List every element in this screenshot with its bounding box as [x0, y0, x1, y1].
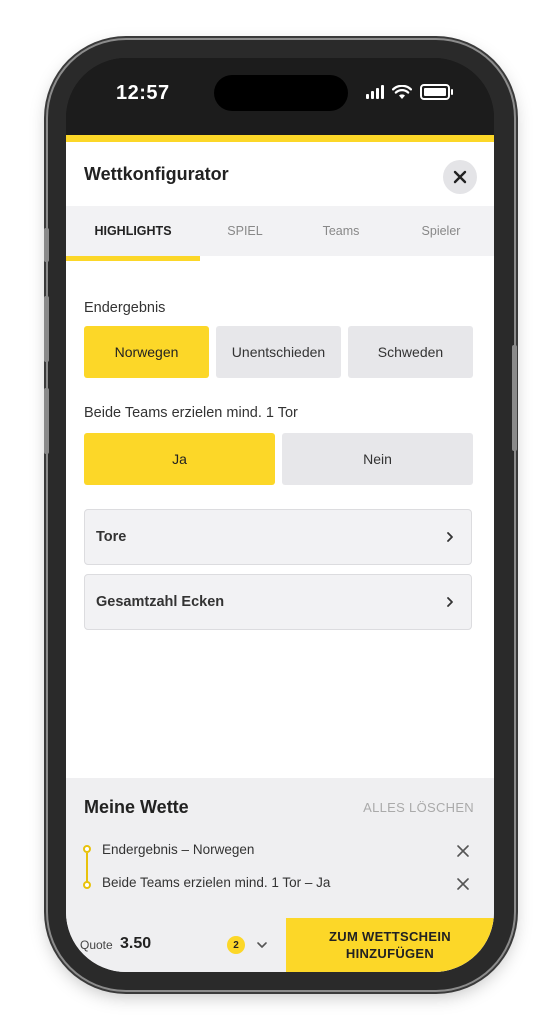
action-button — [44, 228, 49, 262]
market-row-tore[interactable]: Tore — [84, 509, 472, 565]
bottom-bar: Quote 3.50 2 ZUM WETTSCHEIN HINZUFÜGEN — [66, 918, 494, 972]
chevron-down-icon[interactable] — [256, 939, 268, 951]
bet-selection-text: Endergebnis – Norwegen — [102, 842, 255, 857]
active-tab-indicator — [66, 256, 200, 261]
wifi-icon — [392, 84, 412, 99]
market-row-label: Tore — [96, 529, 127, 545]
close-button[interactable] — [443, 160, 477, 194]
volume-up-button — [44, 296, 49, 362]
bet-builder-sheet: Wettkonfigurator HIGHLIGHTS SPIEL Teams … — [66, 142, 494, 972]
clear-all-button[interactable]: ALLES LÖSCHEN — [363, 800, 474, 815]
page-title: Wettkonfigurator — [84, 164, 229, 184]
status-time: 12:57 — [116, 82, 170, 104]
tab-spiel[interactable]: SPIEL — [200, 206, 290, 256]
volume-down-button — [44, 388, 49, 454]
market-row-ecken[interactable]: Gesamtzahl Ecken — [84, 574, 472, 630]
my-bet-title: Meine Wette — [84, 797, 189, 817]
status-icons — [366, 83, 453, 101]
power-button — [512, 345, 517, 451]
remove-selection-icon[interactable] — [455, 843, 471, 859]
dynamic-island — [214, 75, 348, 111]
tab-spieler[interactable]: Spieler — [396, 206, 486, 256]
bet-selection-row: Endergebnis – Norwegen — [66, 839, 494, 863]
tab-bar: HIGHLIGHTS SPIEL Teams Spieler — [66, 206, 494, 261]
cta-line-1: ZUM WETTSCHEIN — [329, 929, 451, 944]
option-nein[interactable]: Nein — [282, 433, 473, 485]
cellular-signal-icon — [366, 85, 384, 99]
option-schweden[interactable]: Schweden — [348, 326, 473, 378]
market-label-btts: Beide Teams erzielen mind. 1 Tor — [84, 405, 298, 421]
tab-highlights[interactable]: HIGHLIGHTS — [66, 206, 200, 256]
quote-value: 3.50 — [120, 935, 152, 952]
cta-line-2: HINZUFÜGEN — [345, 946, 435, 961]
chevron-right-icon — [447, 532, 453, 542]
my-bet-panel: Meine Wette ALLES LÖSCHEN Endergebnis – … — [66, 778, 494, 918]
market-row-label: Gesamtzahl Ecken — [96, 594, 225, 610]
selection-count-badge[interactable]: 2 — [227, 936, 245, 954]
quote-label: Quote — [80, 938, 113, 952]
chevron-right-icon — [447, 597, 453, 607]
sheet-header: Wettkonfigurator — [66, 142, 494, 206]
bet-selection-text: Beide Teams erzielen mind. 1 Tor – Ja — [102, 875, 331, 890]
status-bar: 12:57 — [66, 58, 494, 135]
market-label-endergebnis: Endergebnis — [84, 300, 166, 316]
screen: 12:57 Wettkonfigurator HIGHLIGHTS SPIEL … — [66, 58, 494, 972]
battery-icon — [420, 84, 453, 100]
remove-selection-icon[interactable] — [455, 876, 471, 892]
option-ja[interactable]: Ja — [84, 433, 275, 485]
close-icon — [453, 170, 467, 184]
option-unentschieden[interactable]: Unentschieden — [216, 326, 341, 378]
accent-strip — [66, 135, 494, 142]
add-to-betslip-button[interactable]: ZUM WETTSCHEIN HINZUFÜGEN — [286, 918, 494, 972]
tab-teams[interactable]: Teams — [296, 206, 386, 256]
option-norwegen[interactable]: Norwegen — [84, 326, 209, 378]
bet-selection-row: Beide Teams erzielen mind. 1 Tor – Ja — [66, 872, 494, 896]
